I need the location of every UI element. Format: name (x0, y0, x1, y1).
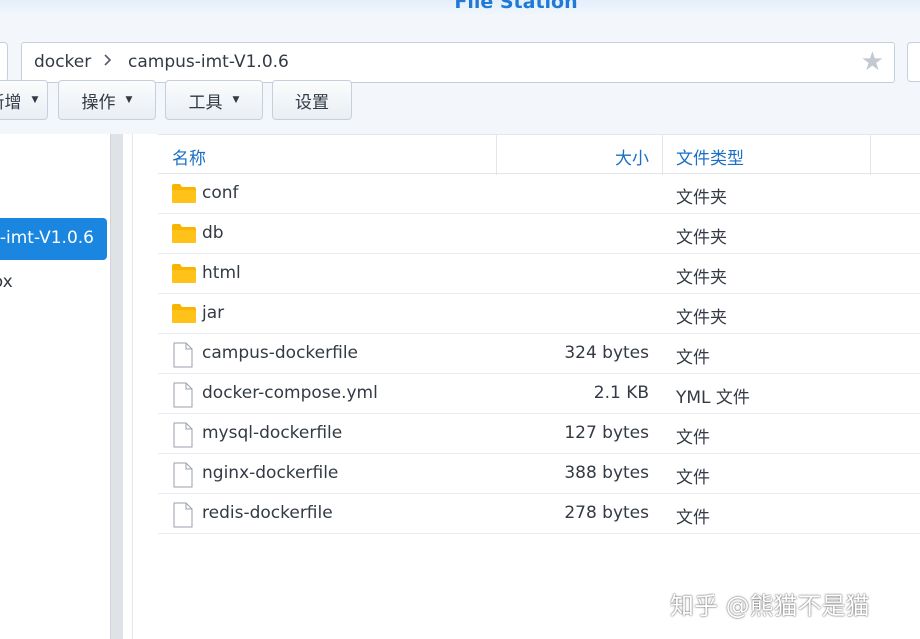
file-name: jar (202, 303, 225, 323)
file-size: 127 bytes (564, 423, 649, 443)
folder-icon (171, 262, 197, 289)
file-name: nginx-dockerfile (202, 463, 339, 483)
file-icon (171, 342, 195, 373)
table-row[interactable]: db 文件夹 (158, 214, 920, 254)
table-row[interactable]: campus-dockerfile 324 bytes 文件 (158, 334, 920, 374)
sidebar-item-label: box (0, 272, 13, 292)
back-button[interactable] (0, 42, 8, 82)
settings-button[interactable]: 设置 (272, 80, 352, 120)
caret-down-icon: ▼ (31, 95, 39, 105)
sidebar-item-label: campus-imt-V1.0.6 (0, 228, 94, 248)
file-list-header: 名称 大小 文件类型 (158, 134, 920, 175)
file-icon (171, 462, 195, 493)
create-button-label: 新增 (0, 92, 22, 113)
file-name: campus-dockerfile (202, 343, 358, 363)
column-divider[interactable] (870, 135, 871, 175)
file-type: 文件 (676, 348, 710, 368)
file-type: 文件夹 (676, 188, 727, 208)
file-list: 名称 大小 文件类型 conf 文件夹 db 文件夹 html 文件夹 jar … (158, 134, 920, 639)
table-row[interactable]: mysql-dockerfile 127 bytes 文件 (158, 414, 920, 454)
column-divider[interactable] (496, 135, 497, 175)
file-type: 文件 (676, 428, 710, 448)
file-name: db (202, 223, 224, 243)
sidebar-item-selected[interactable]: campus-imt-V1.0.6 (0, 218, 107, 260)
file-type: 文件夹 (676, 228, 727, 248)
search-button[interactable] (907, 42, 920, 82)
file-name: conf (202, 183, 239, 203)
chevron-right-icon (103, 52, 113, 72)
file-type: 文件夹 (676, 268, 727, 288)
folder-icon (171, 222, 197, 249)
file-name: mysql-dockerfile (202, 423, 343, 443)
file-size: 278 bytes (564, 503, 649, 523)
file-name: html (202, 263, 241, 283)
column-header-size[interactable]: 大小 (615, 144, 649, 169)
folder-icon (171, 182, 197, 209)
caret-down-icon: ▼ (125, 95, 133, 105)
file-type: 文件 (676, 508, 710, 528)
file-size: 324 bytes (564, 343, 649, 363)
table-row[interactable]: redis-dockerfile 278 bytes 文件 (158, 494, 920, 534)
file-type: YML 文件 (676, 388, 750, 408)
file-size: 2.1 KB (593, 383, 649, 403)
file-icon (171, 502, 195, 533)
tools-button-label: 工具 (188, 92, 223, 113)
breadcrumb-docker[interactable]: docker (34, 52, 91, 72)
title-bar: File Station (0, 0, 920, 16)
file-size: 388 bytes (564, 463, 649, 483)
window-title: File Station (454, 0, 578, 13)
column-header-name[interactable]: 名称 (172, 144, 206, 169)
table-row[interactable]: nginx-dockerfile 388 bytes 文件 (158, 454, 920, 494)
file-type: 文件 (676, 468, 710, 488)
divider (123, 134, 133, 639)
file-name: docker-compose.yml (202, 383, 378, 403)
table-row[interactable]: jar 文件夹 (158, 294, 920, 334)
file-icon (171, 422, 195, 453)
caret-down-icon: ▼ (232, 95, 240, 105)
create-button[interactable]: 新增 ▼ (0, 80, 48, 120)
file-name: redis-dockerfile (202, 503, 333, 523)
folder-icon (171, 302, 197, 329)
watermark: 知乎 @熊猫不是猫 (670, 592, 870, 620)
file-type: 文件夹 (676, 308, 727, 328)
star-icon[interactable]: ★ (861, 47, 884, 77)
file-icon (171, 382, 195, 413)
action-button[interactable]: 操作 ▼ (58, 80, 156, 120)
table-row[interactable]: conf 文件夹 (158, 174, 920, 214)
breadcrumb-current-folder[interactable]: campus-imt-V1.0.6 (128, 52, 289, 72)
path-bar[interactable]: docker campus-imt-V1.0.6 ★ (21, 42, 895, 83)
table-row[interactable]: docker-compose.yml 2.1 KB YML 文件 (158, 374, 920, 414)
sidebar-scrollbar[interactable] (110, 134, 123, 639)
column-divider[interactable] (662, 135, 663, 175)
settings-button-label: 设置 (295, 92, 329, 113)
action-button-label: 操作 (81, 92, 116, 113)
column-header-type[interactable]: 文件类型 (676, 144, 744, 169)
tools-button[interactable]: 工具 ▼ (165, 80, 263, 120)
table-row[interactable]: html 文件夹 (158, 254, 920, 294)
sidebar: campus-imt-V1.0.6 box (0, 134, 110, 639)
sidebar-item-box[interactable]: box (0, 268, 107, 298)
